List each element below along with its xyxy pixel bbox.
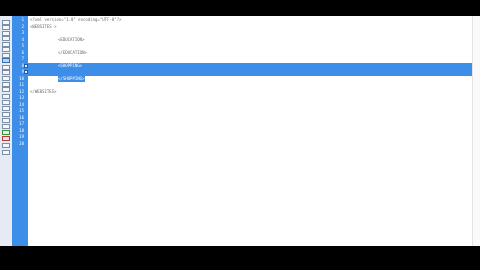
- line-number-gutter: 1 2 3 4 5 6 7 8 9 10 11 12 13 14 15 16 17 18 19 20: [12, 16, 28, 246]
- code-editor[interactable]: <?xml version="1.0" encoding="UTF-8"?> <W…: [28, 16, 472, 246]
- cut-icon[interactable]: [2, 36, 10, 41]
- line-number: 20: [19, 140, 24, 146]
- vertical-scrollbar[interactable]: [472, 16, 480, 246]
- format-icon[interactable]: [2, 106, 10, 111]
- code-line[interactable]: [28, 141, 472, 148]
- select-tool-icon[interactable]: [2, 58, 10, 63]
- validate-icon[interactable]: [2, 118, 10, 123]
- help-icon[interactable]: [2, 150, 10, 155]
- paste-icon[interactable]: [2, 47, 10, 52]
- run-icon[interactable]: [2, 130, 10, 135]
- zoom-icon[interactable]: [2, 124, 10, 129]
- editor-window: 1 2 3 4 5 6 7 8 9 10 11 12 13 14 15 16 17 18 19 20 <?xml ve…: [0, 16, 480, 246]
- open-icon[interactable]: [2, 25, 10, 30]
- stop-icon[interactable]: [2, 136, 10, 141]
- cursor-icon[interactable]: [2, 76, 10, 81]
- settings-icon[interactable]: [2, 143, 10, 148]
- redo-icon[interactable]: [2, 70, 10, 75]
- tag-icon[interactable]: [2, 112, 10, 117]
- indent-icon[interactable]: [2, 87, 10, 92]
- outdent-icon[interactable]: [2, 94, 10, 99]
- bookmark-icon[interactable]: [2, 100, 10, 105]
